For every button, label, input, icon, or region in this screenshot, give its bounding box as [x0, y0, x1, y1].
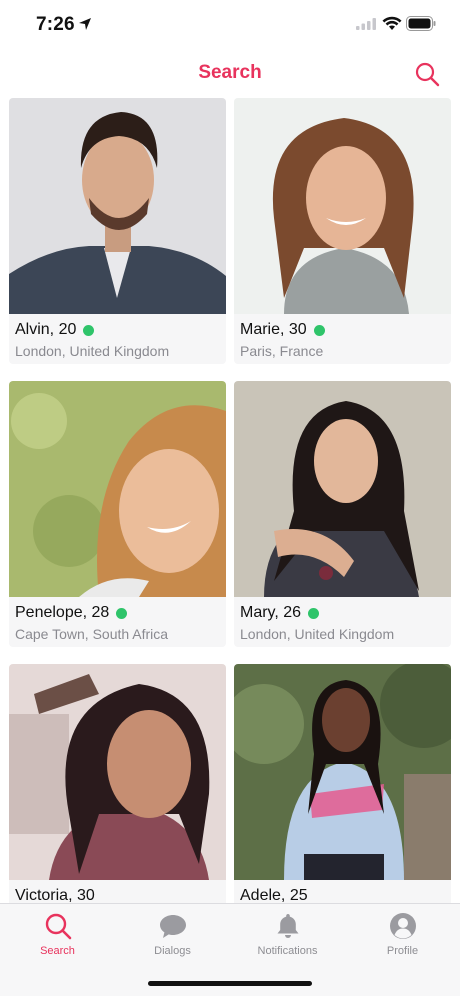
cellular-signal-icon [356, 18, 376, 30]
chat-bubble-icon [159, 915, 186, 938]
profile-photo [9, 381, 226, 597]
profile-location: Paris, France [240, 343, 324, 359]
search-icon [45, 913, 71, 940]
profile-photo [9, 98, 226, 314]
online-indicator [83, 324, 95, 336]
search-icon[interactable] [414, 61, 440, 87]
status-bar: 7:26 [0, 0, 460, 50]
person-icon [389, 913, 416, 939]
tab-search[interactable]: Search [0, 912, 115, 964]
profile-photo [234, 381, 451, 597]
online-indicator [308, 607, 320, 619]
card-name-row: Marie, 30 [240, 319, 325, 341]
tab-notifications[interactable]: Notifications [230, 912, 345, 964]
profile-name: Mary, 26 [240, 604, 302, 621]
tab-dialogs[interactable]: Dialogs [115, 912, 230, 964]
profile-card[interactable]: Adele, 25 [234, 664, 451, 930]
location-arrow-icon [79, 18, 91, 30]
page-title: Search [198, 62, 262, 83]
profile-name: Alvin, 20 [15, 321, 77, 338]
profile-card[interactable]: Alvin, 20 London, United Kingdom [9, 98, 226, 364]
home-indicator [148, 981, 312, 986]
profile-location: Cape Town, South Africa [15, 626, 169, 642]
profile-photo [234, 98, 451, 314]
bell-icon [277, 914, 298, 938]
status-time: 7:26 [36, 14, 75, 35]
tab-label: Notifications [257, 945, 318, 957]
profile-card[interactable]: Penelope, 28 Cape Town, South Africa [9, 381, 226, 647]
profile-name: Marie, 30 [240, 321, 307, 338]
navigation-header: Search [0, 50, 460, 98]
profile-location: London, United Kingdom [15, 343, 170, 359]
profile-card[interactable]: Victoria, 30 [9, 664, 226, 930]
profile-photo [234, 664, 451, 880]
wifi-icon [382, 16, 402, 30]
tab-label: Profile [386, 945, 419, 957]
card-name-row: Mary, 26 [240, 602, 320, 624]
tab-profile[interactable]: Profile [345, 912, 460, 964]
profile-name: Penelope, 28 [15, 604, 110, 621]
battery-icon [406, 16, 436, 31]
card-name-row: Alvin, 20 [15, 319, 95, 341]
online-indicator [313, 324, 325, 336]
tab-label: Dialogs [154, 945, 191, 957]
profile-location: London, United Kingdom [240, 626, 395, 642]
card-name-row: Penelope, 28 [15, 602, 128, 624]
profile-photo [9, 664, 226, 880]
online-indicator [116, 607, 128, 619]
profile-card[interactable]: Marie, 30 Paris, France [234, 98, 451, 364]
tab-label: Search [40, 945, 75, 957]
profile-card[interactable]: Mary, 26 London, United Kingdom [234, 381, 451, 647]
